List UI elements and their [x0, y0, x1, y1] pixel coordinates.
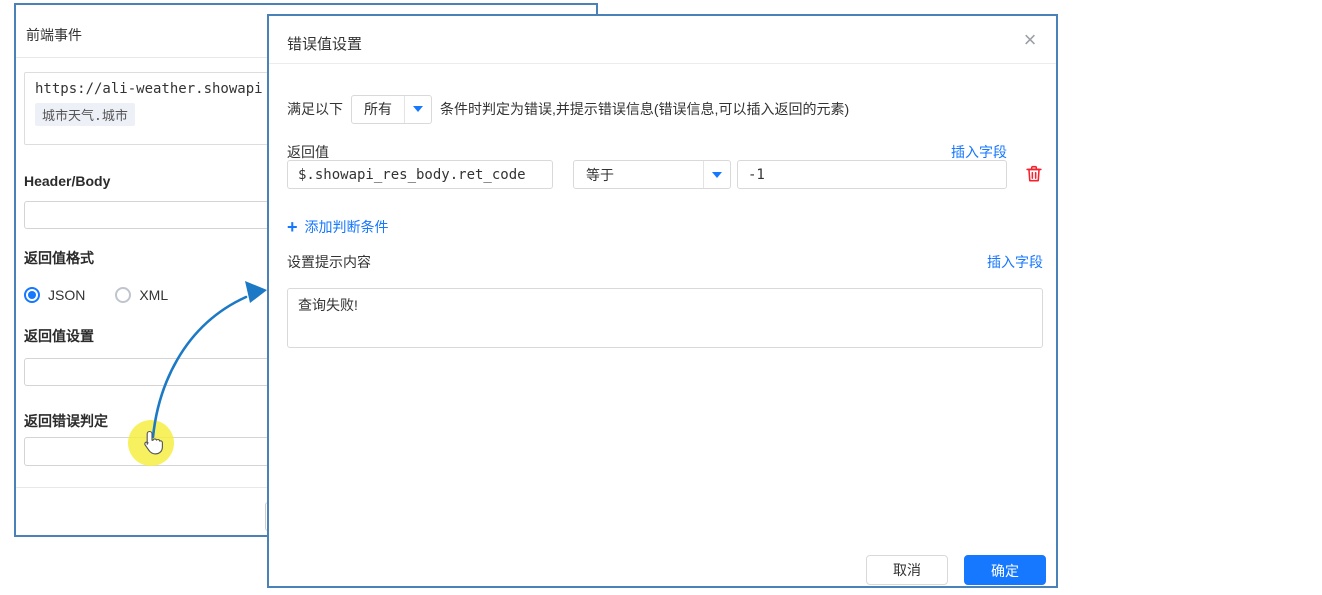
modal-header-divider	[269, 63, 1056, 64]
radio-xml-icon[interactable]	[115, 287, 131, 303]
modal-title: 错误值设置	[287, 33, 362, 54]
chevron-down-icon	[712, 172, 722, 178]
condition-scope-value: 所有	[352, 99, 404, 119]
add-condition-link[interactable]: + 添加判断条件	[287, 217, 389, 237]
return-value-settings-label: 返回值设置	[24, 326, 94, 346]
condition-suffix-text: 条件时判定为错误,并提示错误信息(错误信息,可以插入返回的元素)	[440, 99, 849, 119]
api-url-text: https://ali-weather.showapi	[35, 81, 263, 97]
condition-operator-select[interactable]: 等于	[573, 160, 731, 189]
condition-sentence-row: 满足以下 所有 条件时判定为错误,并提示错误信息(错误信息,可以插入返回的元素)	[287, 94, 849, 124]
prompt-content-textarea[interactable]: 查询失败!	[287, 288, 1043, 348]
radio-json-label[interactable]: JSON	[48, 287, 85, 303]
error-judge-label: 返回错误判定	[24, 411, 108, 431]
radio-json-selected-icon[interactable]	[24, 287, 40, 303]
insert-field-link-prompt[interactable]: 插入字段	[987, 252, 1043, 272]
api-url-param-tag[interactable]: 城市天气.城市	[35, 103, 135, 126]
cancel-button[interactable]: 取消	[866, 555, 948, 585]
condition-scope-select[interactable]: 所有	[351, 95, 432, 124]
return-format-radio-group: JSON XML	[24, 287, 190, 303]
radio-xml-label[interactable]: XML	[139, 287, 168, 303]
error-value-settings-modal: 错误值设置 × 满足以下 所有 条件时判定为错误,并提示错误信息(错误信息,可以…	[267, 14, 1058, 588]
condition-field-input[interactable]	[287, 160, 553, 189]
ok-button[interactable]: 确定	[964, 555, 1046, 585]
insert-field-link-condition[interactable]: 插入字段	[951, 142, 1007, 162]
condition-value-input[interactable]	[737, 160, 1007, 189]
hand-cursor-icon	[140, 430, 164, 462]
panel-title: 前端事件	[26, 25, 82, 45]
caret-box[interactable]	[405, 96, 431, 123]
prompt-content-value: 查询失败!	[298, 295, 358, 315]
return-value-label: 返回值	[287, 142, 329, 162]
return-format-label: 返回值格式	[24, 248, 94, 268]
caret-box[interactable]	[704, 161, 730, 188]
condition-operator-value: 等于	[574, 165, 703, 185]
close-icon[interactable]: ×	[1017, 28, 1043, 54]
plus-icon: +	[287, 220, 298, 234]
condition-prefix-text: 满足以下	[287, 99, 343, 119]
header-body-label: Header/Body	[24, 173, 110, 189]
add-condition-label: 添加判断条件	[305, 217, 389, 237]
delete-condition-trash-icon[interactable]	[1023, 163, 1045, 185]
chevron-down-icon	[413, 106, 423, 112]
screen: 前端事件 https://ali-weather.showapi 城市天气.城市…	[0, 0, 1322, 595]
prompt-content-label: 设置提示内容	[287, 252, 371, 272]
